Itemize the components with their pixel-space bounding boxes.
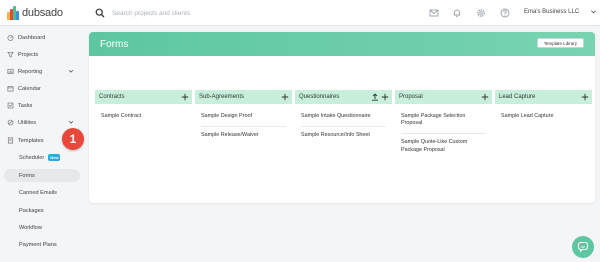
sidebar-item-label: Dashboard (18, 34, 46, 41)
plus-icon[interactable] (181, 93, 189, 101)
page-header: Forms Template Library (89, 32, 595, 56)
sidebar-item-projects[interactable]: Projects (4, 48, 80, 61)
sidebar-item-label: Canned Emails (19, 189, 57, 196)
logo[interactable]: dubsado (7, 5, 63, 21)
dashboard-icon (7, 34, 14, 41)
sidebar-item-label: Workflow (19, 224, 42, 231)
column-header: Lead Capture (495, 90, 592, 104)
mail-icon[interactable] (429, 8, 439, 18)
plus-icon[interactable] (581, 93, 589, 101)
chat-icon (577, 241, 589, 253)
sidebar-item-workflow[interactable]: Workflow (4, 221, 80, 234)
calendar-icon (7, 86, 14, 92)
column-proposal: Proposal Sample Package Selection Propos… (395, 90, 492, 154)
column-title: Contracts (99, 94, 125, 100)
sidebar-item-label: Scheduler (19, 154, 45, 161)
upload-icon[interactable] (371, 93, 379, 101)
column-header: Questionnaires (295, 90, 392, 104)
tasks-icon (7, 102, 14, 109)
sidebar-item-scheduler[interactable]: Scheduler New (4, 151, 80, 164)
form-item[interactable]: Sample Package Selection Proposal (401, 113, 485, 127)
plus-icon[interactable] (381, 93, 389, 101)
sidebar-item-label: Reporting (18, 68, 43, 75)
column-title: Proposal (399, 94, 423, 100)
logo-text: dubsado (22, 7, 63, 19)
sidebar-item-label: Calendar (18, 85, 41, 92)
chevron-down-icon[interactable] (590, 8, 597, 15)
help-icon[interactable] (500, 8, 510, 18)
forms-panel: Forms Template Library Contracts Sample … (89, 32, 595, 203)
column-lead-capture: Lead Capture Sample Lead Capture (495, 90, 592, 120)
divider (401, 133, 486, 135)
sidebar-item-forms[interactable]: Forms (4, 169, 80, 182)
divider (301, 126, 386, 128)
chevron-down-icon[interactable] (68, 119, 74, 125)
sidebar-item-reporting[interactable]: Reporting (4, 65, 80, 78)
column-header: Sub-Agreements (195, 90, 292, 104)
form-item[interactable]: Sample Design Proof (201, 113, 285, 120)
utilities-icon (7, 119, 14, 126)
template-library-button[interactable]: Template Library (536, 38, 584, 48)
form-item[interactable]: Sample Contract (101, 113, 185, 120)
templates-icon (7, 137, 14, 144)
logo-icon (7, 6, 19, 20)
sidebar-item-dashboard[interactable]: Dashboard (4, 31, 80, 44)
sidebar-item-label: Payment Plans (19, 241, 57, 248)
top-bar: dubsado Ema's Business LLC (0, 0, 600, 26)
sidebar-item-label: Projects (18, 51, 39, 58)
sidebar-item-packages[interactable]: Packages (4, 204, 80, 217)
sidebar-item-label: Packages (19, 207, 44, 214)
form-item[interactable]: Sample Lead Capture (501, 113, 585, 120)
reporting-icon (7, 68, 14, 75)
gear-icon[interactable] (476, 8, 486, 18)
sidebar-item-label: Utilities (18, 119, 37, 126)
form-item[interactable]: Sample Resource/Info Sheet (301, 132, 385, 139)
column-questionnaires: Questionnaires Sample Intake Questionnai… (295, 90, 392, 139)
sidebar-item-label: Tasks (18, 102, 33, 109)
form-item[interactable]: Sample Intake Questionnaire (301, 113, 385, 120)
projects-icon (7, 51, 14, 58)
step-number-badge: 1 (62, 128, 84, 150)
search-icon[interactable] (95, 8, 105, 18)
column-title: Questionnaires (299, 94, 340, 100)
column-title: Lead Capture (499, 94, 536, 100)
plus-icon[interactable] (481, 93, 489, 101)
sidebar-item-payment-plans[interactable]: Payment Plans (4, 238, 80, 251)
chevron-down-icon[interactable] (68, 68, 74, 74)
bell-icon[interactable] (452, 8, 462, 18)
column-header: Proposal (395, 90, 492, 104)
search-input[interactable] (112, 7, 372, 19)
form-item[interactable]: Sample Quote-Like Custom Package Proposa… (401, 139, 485, 153)
sidebar-item-label: Templates (18, 137, 44, 144)
sidebar-item-tasks[interactable]: Tasks (4, 99, 80, 112)
column-contracts: Contracts Sample Contract (95, 90, 192, 120)
new-badge: New (48, 154, 61, 161)
form-columns: Contracts Sample Contract Sub-Agreements… (95, 90, 592, 190)
page-title: Forms (100, 39, 129, 50)
plus-icon[interactable] (281, 93, 289, 101)
sidebar-item-calendar[interactable]: Calendar (4, 82, 80, 95)
account-name[interactable]: Ema's Business LLC (524, 9, 579, 15)
chat-button[interactable] (572, 236, 594, 258)
sidebar-item-label: Forms (19, 172, 35, 179)
sidebar-item-canned-emails[interactable]: Canned Emails (4, 186, 80, 199)
column-sub-agreements: Sub-Agreements Sample Design Proof Sampl… (195, 90, 292, 139)
divider (201, 126, 286, 128)
column-header: Contracts (95, 90, 192, 104)
sidebar-item-utilities[interactable]: Utilities (4, 116, 80, 129)
form-item[interactable]: Sample Release/Waiver (201, 132, 285, 139)
column-title: Sub-Agreements (199, 94, 245, 100)
